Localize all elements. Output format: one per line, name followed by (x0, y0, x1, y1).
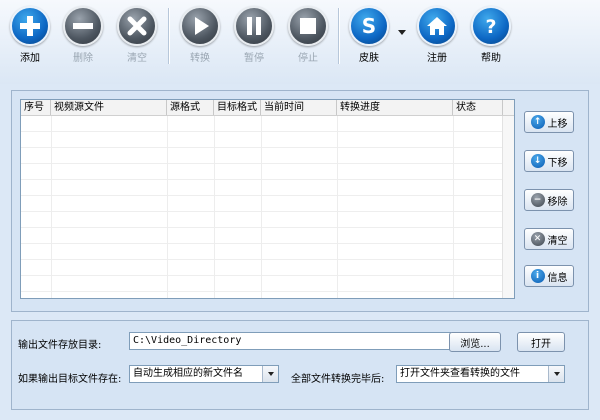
file-exists-select[interactable]: 自动生成相应的新文件名 (129, 365, 279, 383)
clear-button[interactable]: 清空 (113, 6, 161, 68)
play-icon (180, 6, 220, 46)
help-label: 帮助 (481, 53, 501, 64)
file-list[interactable]: 序号 视频源文件 源格式 目标格式 当前时间 转换进度 状态 (20, 99, 515, 299)
file-exists-value: 自动生成相应的新文件名 (133, 368, 243, 379)
clear-label: 清空 (127, 53, 147, 64)
svg-text:S: S (362, 14, 376, 38)
stop-label: 停止 (298, 53, 318, 64)
info-icon: i (530, 269, 545, 283)
output-settings-panel: 输出文件存放目录: C:\Video_Directory 浏览... 打开 如果… (11, 320, 589, 410)
home-icon (417, 6, 457, 46)
info-button[interactable]: i 信息 (524, 265, 574, 287)
register-label: 注册 (427, 53, 447, 64)
info-label: 信息 (547, 272, 568, 284)
move-up-button[interactable]: ↑ 上移 (524, 111, 574, 133)
move-up-label: 上移 (547, 118, 568, 130)
stop-icon (288, 6, 328, 46)
stop-button[interactable]: 停止 (284, 6, 332, 68)
column-header-source-file[interactable]: 视频源文件 (51, 100, 167, 115)
toolbar-separator (338, 8, 339, 64)
output-dir-label: 输出文件存放目录: (18, 340, 102, 351)
after-conversion-value: 打开文件夹查看转换的文件 (400, 368, 520, 379)
pause-label: 暂停 (244, 53, 264, 64)
toolbar-separator (168, 8, 169, 64)
skin-icon: S (349, 6, 389, 46)
add-label: 添加 (20, 53, 40, 64)
file-list-panel: 序号 视频源文件 源格式 目标格式 当前时间 转换进度 状态 ↑ 上移 ↓ 下移… (11, 90, 589, 312)
move-down-button[interactable]: ↓ 下移 (524, 150, 574, 172)
file-list-header: 序号 视频源文件 源格式 目标格式 当前时间 转换进度 状态 (21, 100, 514, 116)
after-conversion-label: 全部文件转换完毕后: (291, 374, 385, 385)
chevron-down-icon (548, 366, 564, 382)
clear-list-label: 清空 (547, 235, 568, 247)
move-down-label: 下移 (547, 157, 568, 169)
close-icon (117, 6, 157, 46)
remove-label: 移除 (547, 196, 568, 208)
remove-button[interactable]: − 移除 (524, 189, 574, 211)
minus-icon: − (530, 193, 545, 207)
register-button[interactable]: 注册 (413, 6, 461, 68)
toolbar: 添加 删除 清空 转换 暂停 停止 S 皮肤 注册 ? 帮助 (0, 0, 600, 84)
arrow-up-icon: ↑ (530, 115, 545, 129)
clear-list-button[interactable]: ✕ 清空 (524, 228, 574, 250)
open-button[interactable]: 打开 (517, 332, 565, 352)
after-conversion-select[interactable]: 打开文件夹查看转换的文件 (396, 365, 565, 383)
delete-button[interactable]: 删除 (59, 6, 107, 68)
svg-text:?: ? (485, 16, 496, 38)
column-header-target-format[interactable]: 目标格式 (214, 100, 261, 115)
close-icon: ✕ (530, 232, 545, 246)
minus-icon (63, 6, 103, 46)
add-button[interactable]: 添加 (6, 6, 54, 68)
delete-label: 删除 (73, 53, 93, 64)
file-list-body[interactable] (21, 116, 514, 298)
file-exists-label: 如果输出目标文件存在: (18, 374, 122, 385)
question-icon: ? (471, 6, 511, 46)
column-header-source-format[interactable]: 源格式 (167, 100, 214, 115)
column-header-current-time[interactable]: 当前时间 (261, 100, 337, 115)
output-dir-input[interactable]: C:\Video_Directory (129, 332, 451, 350)
chevron-down-icon (262, 366, 278, 382)
column-header-index[interactable]: 序号 (21, 100, 51, 115)
skin-label: 皮肤 (359, 53, 379, 64)
column-header-status[interactable]: 状态 (453, 100, 503, 115)
convert-button[interactable]: 转换 (176, 6, 224, 68)
pause-icon (234, 6, 274, 46)
column-header-progress[interactable]: 转换进度 (337, 100, 453, 115)
list-scrollbar[interactable] (502, 116, 514, 298)
chevron-down-icon[interactable] (398, 30, 406, 35)
browse-button[interactable]: 浏览... (449, 332, 501, 352)
help-button[interactable]: ? 帮助 (467, 6, 515, 68)
arrow-down-icon: ↓ (530, 154, 545, 168)
plus-icon (10, 6, 50, 46)
pause-button[interactable]: 暂停 (230, 6, 278, 68)
skin-button[interactable]: S 皮肤 (345, 6, 393, 68)
convert-label: 转换 (190, 53, 210, 64)
